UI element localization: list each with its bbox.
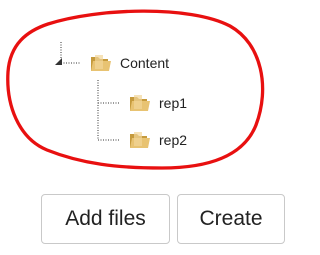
folder-icon (130, 132, 150, 148)
tree-node-content[interactable]: Content (90, 52, 169, 74)
folder-icon (91, 55, 111, 71)
add-files-button[interactable]: Add files (41, 194, 170, 244)
create-button[interactable]: Create (177, 194, 285, 244)
file-tree: Content rep1 rep2 (0, 0, 290, 180)
tree-node-rep1[interactable]: rep1 (129, 92, 187, 114)
tree-node-label: rep2 (159, 132, 188, 148)
tree-node-label: rep1 (159, 95, 188, 111)
tree-node-rep2[interactable]: rep2 (129, 129, 187, 151)
tree-expander-icon[interactable] (52, 55, 66, 69)
folder-icon (130, 95, 150, 111)
tree-connector-lines (60, 42, 120, 141)
tree-node-label: Content (120, 55, 170, 71)
